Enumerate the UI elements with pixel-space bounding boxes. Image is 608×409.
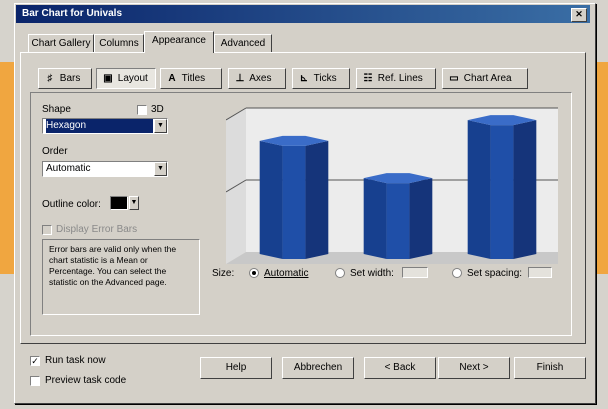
- bars-icon: ♯: [47, 73, 53, 84]
- order-select-value: Automatic: [46, 163, 91, 174]
- shape-select[interactable]: Hexagon ▼: [42, 118, 168, 134]
- preview-task-code-label: Preview task code: [45, 375, 127, 386]
- title-bar: Bar Chart for Univals ✕: [16, 5, 590, 23]
- help-button[interactable]: Help: [200, 357, 272, 379]
- set-spacing-input[interactable]: [528, 267, 552, 278]
- bar-face: [513, 120, 537, 259]
- subtab-ref-lines[interactable]: ☷ Ref. Lines: [356, 68, 436, 89]
- subtab-label: Ticks: [313, 73, 337, 84]
- chevron-down-icon[interactable]: ▼: [154, 119, 167, 133]
- tab-label: Advanced: [220, 38, 266, 49]
- shape-label: Shape: [42, 104, 71, 115]
- axes-icon: ⊥: [235, 73, 245, 84]
- set-width-input[interactable]: [402, 267, 428, 278]
- chart-preview: [226, 107, 558, 264]
- preview-task-code-checkbox[interactable]: [30, 376, 40, 386]
- back-button[interactable]: < Back: [364, 357, 436, 379]
- tab-chart-gallery[interactable]: Chart Gallery: [28, 34, 94, 52]
- radio-automatic-label: Automatic: [264, 268, 309, 279]
- next-button[interactable]: Next >: [438, 357, 510, 379]
- radio-set-width-label: Set width:: [350, 268, 394, 279]
- subtab-chart-area[interactable]: ▭ Chart Area: [442, 68, 528, 89]
- bar-face: [467, 120, 491, 259]
- tab-label: Appearance: [152, 35, 206, 46]
- bar-face: [490, 125, 514, 259]
- size-label: Size:: [212, 268, 235, 279]
- shape-select-value: Hexagon: [46, 119, 153, 133]
- subtab-label: Axes: [249, 73, 272, 84]
- tab-columns[interactable]: Columns: [94, 34, 144, 52]
- display-error-bars-checkbox[interactable]: [42, 225, 52, 235]
- close-icon[interactable]: ✕: [571, 8, 587, 22]
- radio-automatic[interactable]: [249, 268, 259, 278]
- subtab-label: Chart Area: [463, 73, 512, 84]
- window-title: Bar Chart for Univals: [22, 8, 123, 19]
- tab-advanced[interactable]: Advanced: [214, 34, 272, 52]
- radio-set-width[interactable]: [335, 268, 345, 278]
- layout-icon: ▣: [103, 73, 113, 84]
- radio-set-spacing-label: Set spacing:: [467, 268, 523, 279]
- bar-face: [305, 140, 329, 259]
- subtab-ticks[interactable]: ⊾ Ticks: [292, 68, 350, 89]
- subtab-label: Layout: [117, 73, 148, 84]
- cancel-button[interactable]: Abbrechen: [282, 357, 354, 379]
- run-task-now-label: Run task now: [45, 355, 106, 366]
- checkbox-3d-label: 3D: [151, 104, 164, 115]
- tab-label: Columns: [99, 38, 139, 49]
- ref-lines-icon: ☷: [363, 73, 373, 84]
- bar-face: [409, 178, 433, 259]
- tab-appearance[interactable]: Appearance: [144, 31, 214, 53]
- order-select[interactable]: Automatic ▼: [42, 161, 168, 177]
- bar-face: [363, 178, 387, 259]
- subtab-label: Bars: [59, 73, 81, 84]
- subtab-label: Ref. Lines: [377, 73, 423, 84]
- chart-area-icon: ▭: [449, 73, 459, 84]
- outline-color-label: Outline color:: [42, 199, 101, 210]
- subtab-bars[interactable]: ♯ Bars: [38, 68, 92, 89]
- bar: [363, 173, 433, 259]
- subtab-axes[interactable]: ⊥ Axes: [228, 68, 286, 89]
- titles-icon: A: [168, 73, 176, 84]
- tab-label: Chart Gallery: [31, 38, 91, 49]
- finish-button[interactable]: Finish: [514, 357, 586, 379]
- outline-color-swatch[interactable]: [110, 196, 128, 210]
- subtab-titles[interactable]: A Titles: [160, 68, 222, 89]
- ticks-icon: ⊾: [299, 73, 309, 84]
- bar: [259, 135, 329, 259]
- display-error-bars-label: Display Error Bars: [56, 224, 138, 235]
- subtab-layout[interactable]: ▣ Layout: [96, 68, 156, 89]
- chevron-down-icon[interactable]: ▼: [154, 162, 167, 176]
- bar-face: [282, 145, 306, 259]
- radio-set-spacing[interactable]: [452, 268, 462, 278]
- bar-face: [259, 140, 283, 259]
- error-bars-note: Error bars are valid only when the chart…: [42, 239, 200, 315]
- run-task-now-checkbox[interactable]: ✓: [30, 356, 40, 366]
- order-label: Order: [42, 146, 68, 157]
- bar: [467, 115, 537, 259]
- subtab-label: Titles: [181, 73, 206, 84]
- checkbox-3d[interactable]: [137, 105, 147, 115]
- bar-face: [386, 183, 410, 259]
- chevron-down-icon[interactable]: ▼: [129, 196, 139, 210]
